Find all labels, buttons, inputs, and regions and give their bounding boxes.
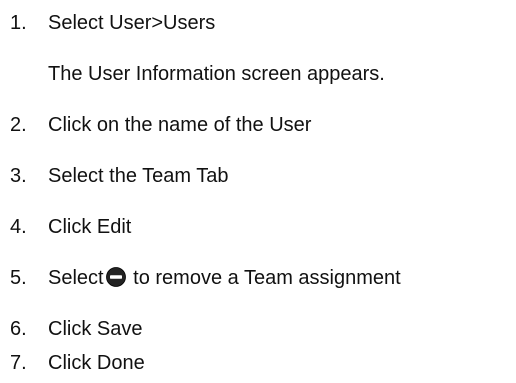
step-text: Select the Team Tab xyxy=(48,165,229,187)
step-number: 4. xyxy=(10,216,27,238)
step-number: 1. xyxy=(10,12,27,34)
step-text: Click Edit xyxy=(48,216,132,238)
step-text: Click Save xyxy=(48,318,143,340)
step-2: 2. Click on the name of the User xyxy=(10,112,311,138)
step-4: 4. Click Edit xyxy=(10,214,131,240)
step-7: 7. Click Done xyxy=(10,350,145,376)
step-text: Click on the name of the User xyxy=(48,114,312,136)
step-number: 3. xyxy=(10,165,27,187)
step-text-after-icon: to remove a Team assignment xyxy=(127,267,401,289)
step-number: 6. xyxy=(10,318,27,340)
step-1-note: The User Information screen appears. xyxy=(48,63,385,85)
step-number: 7. xyxy=(10,352,27,374)
step-text: Select to remove a Team assignment xyxy=(48,265,401,291)
step-number: 2. xyxy=(10,114,27,136)
remove-circle-icon xyxy=(105,267,126,287)
step-1: 1. Select User>Users xyxy=(10,10,215,36)
step-5: 5. Select to remove a Team assignment xyxy=(10,265,401,291)
step-text: Click Done xyxy=(48,352,145,374)
step-text-before-icon: Select xyxy=(48,267,104,289)
step-6: 6. Click Save xyxy=(10,316,142,342)
instruction-document: 1. Select User>Users The User Informatio… xyxy=(0,0,516,383)
step-number: 5. xyxy=(10,267,27,289)
step-text: Select User>Users xyxy=(48,12,216,34)
step-3: 3. Select the Team Tab xyxy=(10,163,229,189)
